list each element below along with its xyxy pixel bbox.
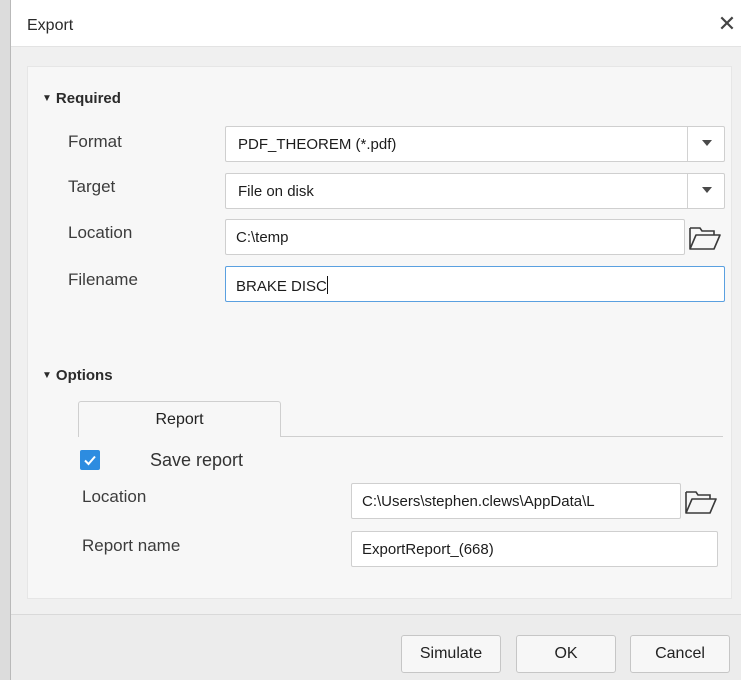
format-select[interactable]: PDF_THEOREM (*.pdf) (225, 126, 725, 162)
options-section-toggle[interactable]: ▼ Options (42, 367, 113, 384)
format-value: PDF_THEOREM (*.pdf) (238, 136, 397, 153)
cancel-button[interactable]: Cancel (630, 635, 730, 673)
export-dialog: Export ✕ ▼ Required Format PDF_THEOREM (*… (10, 0, 741, 680)
triangle-down-icon: ▼ (42, 370, 52, 381)
title-bar: Export ✕ (11, 0, 741, 47)
filename-label: Filename (68, 270, 138, 289)
chevron-down-icon[interactable] (702, 140, 712, 146)
report-name-input[interactable]: ExportReport_(668) (351, 531, 718, 567)
report-name-label: Report name (82, 536, 181, 555)
location-label: Location (68, 223, 133, 242)
check-icon (84, 455, 96, 466)
dialog-title: Export (27, 17, 74, 34)
target-label: Target (68, 177, 116, 196)
folder-open-icon[interactable] (688, 224, 722, 252)
target-select[interactable]: File on disk (225, 173, 725, 209)
location-input[interactable]: C:\temp (225, 219, 685, 255)
report-location-label: Location (82, 487, 147, 506)
triangle-down-icon: ▼ (42, 93, 52, 104)
simulate-button[interactable]: Simulate (401, 635, 501, 673)
save-report-checkbox[interactable] (80, 450, 100, 470)
required-heading: Required (55, 90, 121, 107)
required-section-toggle[interactable]: ▼ Required (42, 90, 121, 107)
chevron-down-icon[interactable] (702, 187, 712, 193)
filename-value: BRAKE DISC (236, 278, 327, 295)
text-caret (326, 276, 328, 294)
report-location-input[interactable]: C:\Users\stephen.clews\AppData\L (351, 483, 681, 519)
close-icon[interactable]: ✕ (716, 13, 738, 36)
ok-button[interactable]: OK (516, 635, 616, 673)
target-value: File on disk (238, 183, 314, 200)
save-report-label: Save report (150, 450, 244, 470)
tab-report[interactable]: Report (78, 401, 281, 437)
format-label: Format (68, 132, 122, 151)
folder-open-icon[interactable] (684, 488, 718, 516)
dialog-footer: Simulate OK Cancel (11, 614, 741, 680)
filename-input[interactable]: BRAKE DISC (225, 266, 725, 302)
content-panel: ▼ Required Format PDF_THEOREM (*.pdf) Tar… (27, 66, 732, 599)
options-heading: Options (55, 367, 113, 384)
